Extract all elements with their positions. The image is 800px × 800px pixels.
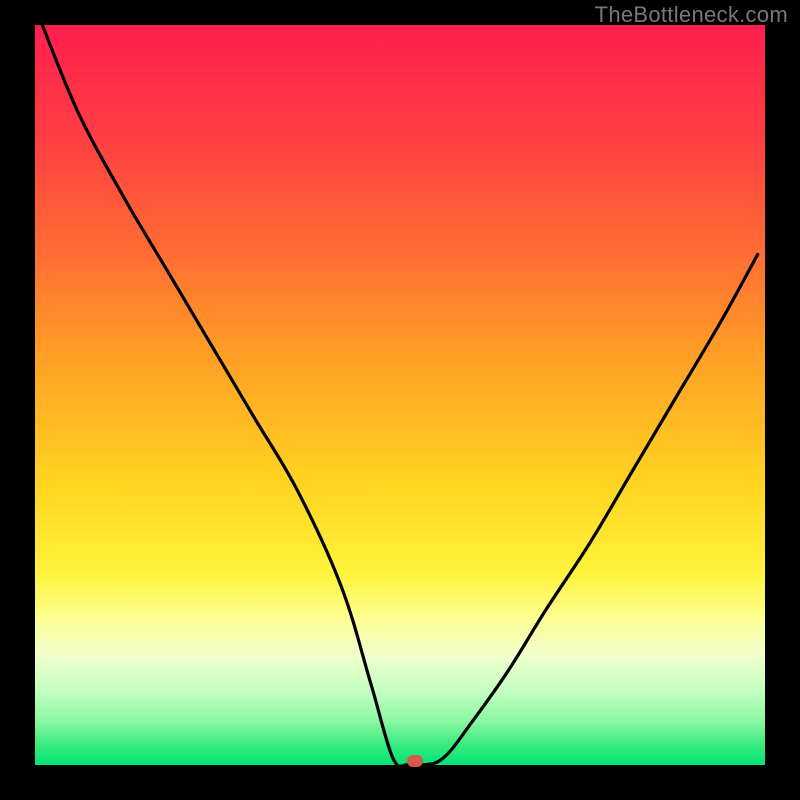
plot-area — [35, 25, 765, 765]
bottleneck-chart — [35, 25, 765, 765]
chart-frame: TheBottleneck.com — [0, 0, 800, 800]
gradient-background — [35, 25, 765, 765]
optimal-point-marker — [407, 755, 423, 767]
watermark: TheBottleneck.com — [595, 2, 788, 28]
